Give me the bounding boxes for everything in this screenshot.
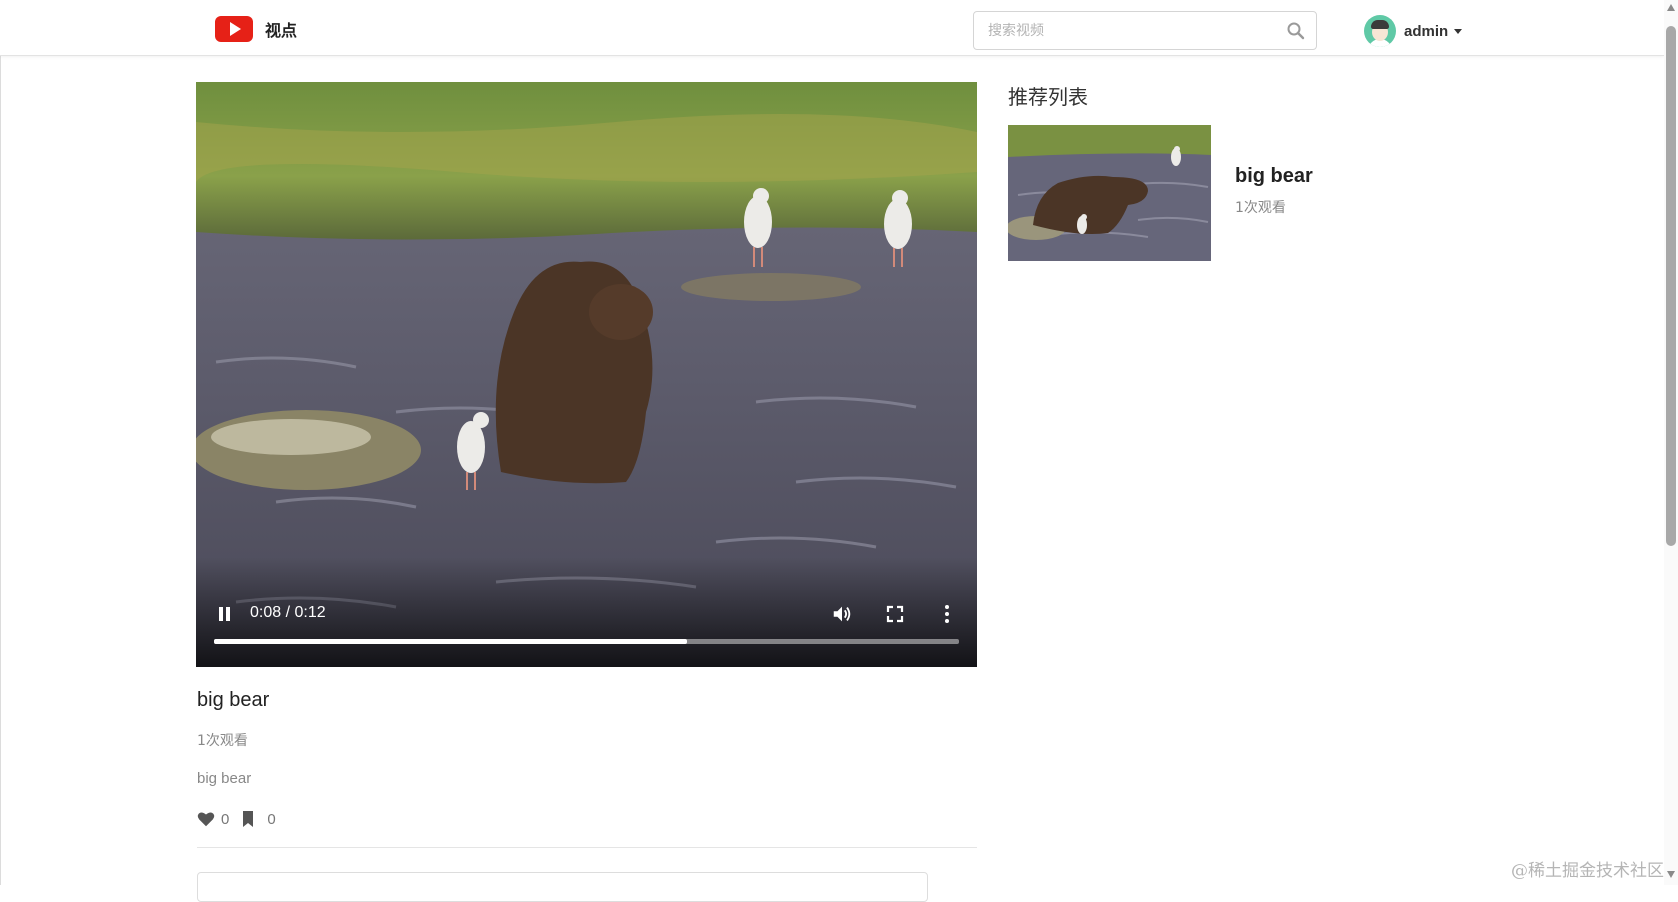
- brand-name: 视点: [265, 21, 298, 40]
- video-title: big bear: [197, 689, 270, 711]
- video-description: big bear: [197, 770, 252, 787]
- like-count: 0: [221, 810, 230, 828]
- heart-icon[interactable]: [197, 810, 215, 828]
- more-vert-icon[interactable]: [937, 603, 957, 625]
- fullscreen-icon[interactable]: [885, 604, 905, 624]
- scroll-up-arrow-icon[interactable]: [1667, 4, 1675, 11]
- video-player[interactable]: 0:08 / 0:12: [196, 82, 977, 667]
- progress-bar[interactable]: [214, 639, 959, 644]
- youtube-logo-icon: [215, 16, 253, 42]
- scrollbar[interactable]: [1664, 0, 1678, 885]
- pause-icon[interactable]: [217, 606, 233, 622]
- recommend-thumbnail: [1008, 125, 1211, 261]
- recommend-heading: 推荐列表: [1008, 85, 1088, 109]
- recommend-item[interactable]: big bear 1次观看: [1008, 125, 1348, 261]
- time-display: 0:08 / 0:12: [250, 604, 326, 621]
- search-input[interactable]: [974, 12, 1274, 49]
- video-actions: 0 0: [197, 810, 276, 828]
- search-icon[interactable]: [1286, 21, 1306, 41]
- caret-down-icon: [1454, 28, 1463, 34]
- comment-input[interactable]: [197, 872, 928, 902]
- username: admin: [1404, 22, 1449, 40]
- volume-icon[interactable]: [831, 603, 853, 625]
- video-views: 1次观看: [197, 733, 248, 749]
- scroll-thumb[interactable]: [1666, 26, 1676, 546]
- watermark: @稀土掘金技术社区: [1511, 861, 1664, 881]
- recommend-views: 1次观看: [1235, 200, 1286, 216]
- top-navbar: 视点 admin: [0, 0, 1664, 56]
- user-menu[interactable]: admin: [1364, 15, 1463, 47]
- divider: [197, 847, 977, 848]
- avatar: [1364, 15, 1396, 47]
- favorite-count: 0: [267, 810, 276, 828]
- bookmark-icon[interactable]: [239, 810, 257, 828]
- progress-fill: [214, 639, 688, 644]
- search-box: [973, 11, 1317, 50]
- brand[interactable]: 视点: [215, 16, 297, 42]
- recommend-title: big bear: [1235, 165, 1313, 187]
- scroll-down-arrow-icon[interactable]: [1667, 871, 1675, 878]
